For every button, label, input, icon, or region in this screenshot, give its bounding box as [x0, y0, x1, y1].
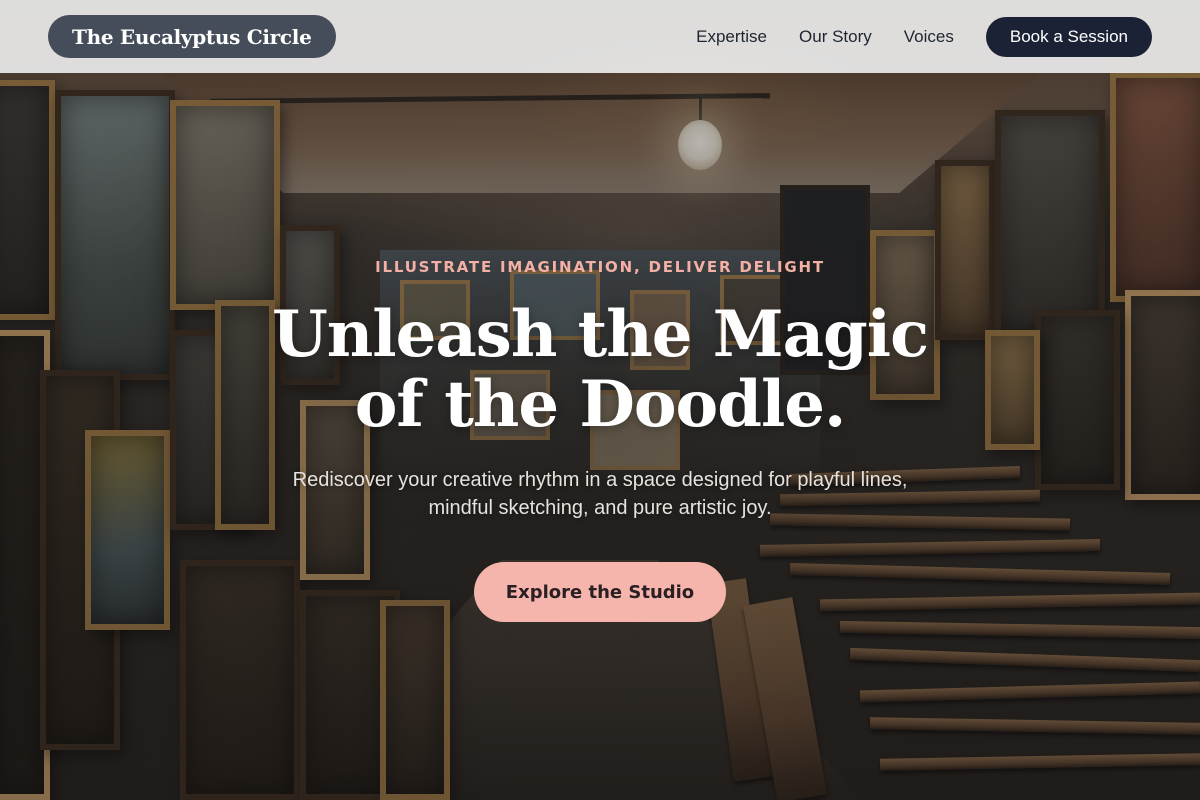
landing-page: The Eucalyptus Circle Expertise Our Stor…: [0, 0, 1200, 800]
explore-studio-button[interactable]: Explore the Studio: [474, 562, 726, 622]
top-navbar: The Eucalyptus Circle Expertise Our Stor…: [0, 0, 1200, 73]
nav-link-expertise[interactable]: Expertise: [696, 27, 767, 47]
nav-links: Expertise Our Story Voices Book a Sessio…: [664, 16, 1152, 57]
hero-eyebrow: ILLUSTRATE IMAGINATION, DELIVER DELIGHT: [375, 258, 825, 276]
nav-link-our-story[interactable]: Our Story: [799, 27, 872, 47]
book-session-button[interactable]: Book a Session: [985, 16, 1152, 57]
brand-logo-link[interactable]: The Eucalyptus Circle: [48, 15, 336, 58]
hero-headline-line-2: of the Doodle.: [354, 367, 847, 442]
nav-link-voices[interactable]: Voices: [904, 27, 954, 47]
hero-headline-line-1: Unleash the Magic: [271, 297, 929, 372]
hero-headline: Unleash the Magic of the Doodle.: [150, 300, 1050, 440]
hero-subtext: Rediscover your creative rhythm in a spa…: [292, 469, 908, 519]
hero-section: ILLUSTRATE IMAGINATION, DELIVER DELIGHT …: [0, 0, 1200, 800]
